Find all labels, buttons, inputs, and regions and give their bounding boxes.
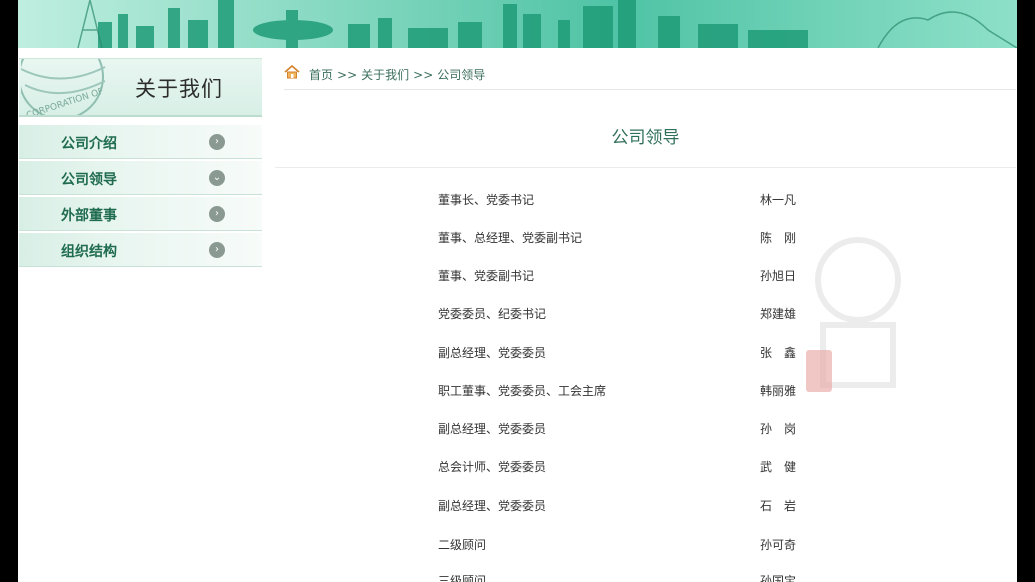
city-skyline-image: [77, 0, 1017, 48]
sidebar-header: CORPORATION OF 关于我们: [19, 58, 262, 117]
list-item: 副总经理、党委委员 孙 岗: [438, 420, 858, 440]
leader-position: 副总经理、党委委员: [438, 499, 547, 513]
sidebar-menu: 公司介绍 › 公司领导 ⌄ 外部董事 › 组织结构 ›: [19, 125, 262, 269]
list-item: 副总经理、党委委员 石 岩: [438, 497, 858, 517]
breadcrumb-separator: >>: [337, 68, 358, 82]
header-banner: [18, 0, 1017, 48]
breadcrumb-home-link[interactable]: 首页: [309, 68, 333, 82]
list-item: 副总经理、党委委员 张 鑫: [438, 344, 858, 364]
list-item: 董事长、党委书记 林一凡: [438, 191, 858, 211]
leader-name: 孙国宝: [760, 574, 797, 582]
leader-position: 党委委员、纪委书记: [438, 307, 547, 321]
leader-position: 职工董事、党委委员、工会主席: [438, 384, 607, 398]
list-item: 三级顾问 孙国宝: [438, 572, 858, 582]
leader-name: 石 岩: [760, 499, 797, 513]
leader-position: 总会计师、党委委员: [438, 460, 547, 474]
sidebar-item-label: 组织结构: [61, 244, 117, 260]
leader-name: 郑建雄: [760, 307, 797, 321]
leader-position: 三级顾问: [438, 574, 487, 582]
breadcrumb-separator: >>: [413, 68, 434, 82]
list-item: 总会计师、党委委员 武 健: [438, 458, 858, 478]
list-item: 二级顾问 孙可奇: [438, 536, 858, 556]
leader-position: 副总经理、党委委员: [438, 422, 547, 436]
list-item: 董事、总经理、党委副书记 陈 刚: [438, 229, 858, 249]
sidebar-item-company-intro[interactable]: 公司介绍 ›: [19, 125, 262, 159]
sidebar-item-company-leaders[interactable]: 公司领导 ⌄: [19, 161, 262, 195]
list-item: 董事、党委副书记 孙旭日: [438, 267, 858, 287]
leader-name: 张 鑫: [760, 346, 797, 360]
leader-name: 陈 刚: [760, 231, 797, 245]
chevron-right-icon: ›: [209, 242, 225, 258]
page: CORPORATION OF 关于我们 公司介绍 › 公司领导 ⌄ 外部董事 ›…: [18, 0, 1017, 582]
leader-name: 林一凡: [760, 193, 797, 207]
chevron-right-icon: ›: [209, 134, 225, 150]
leader-name: 孙旭日: [760, 269, 797, 283]
page-title: 公司领导: [611, 128, 680, 148]
leader-position: 董事、总经理、党委副书记: [438, 231, 583, 245]
list-item: 职工董事、党委委员、工会主席 韩丽雅: [438, 382, 858, 402]
home-icon: [284, 65, 300, 79]
leader-name: 孙 岗: [760, 422, 797, 436]
leader-name: 韩丽雅: [760, 384, 797, 398]
sidebar-title: 关于我们: [135, 77, 223, 101]
chevron-down-icon: ⌄: [209, 170, 225, 186]
logo-text: CORPORATION OF: [25, 87, 105, 115]
sidebar-item-external-directors[interactable]: 外部董事 ›: [19, 197, 262, 231]
leader-name: 武 健: [760, 460, 797, 474]
chevron-right-icon: ›: [209, 206, 225, 222]
breadcrumb: 首页 >> 关于我们 >> 公司领导: [284, 63, 1016, 90]
list-item: 党委委员、纪委书记 郑建雄: [438, 305, 858, 325]
leader-position: 副总经理、党委委员: [438, 346, 547, 360]
breadcrumb-about-link[interactable]: 关于我们: [361, 68, 409, 82]
sidebar-item-org-structure[interactable]: 组织结构 ›: [19, 233, 262, 267]
sidebar-item-label: 外部董事: [61, 208, 117, 224]
title-divider: [275, 167, 1016, 168]
breadcrumb-current: 公司领导: [437, 68, 486, 82]
sidebar-item-label: 公司领导: [61, 172, 117, 188]
leader-position: 二级顾问: [438, 538, 487, 552]
leader-position: 董事、党委副书记: [438, 269, 535, 283]
globe-logo-icon: CORPORATION OF: [21, 59, 106, 115]
leader-position: 董事长、党委书记: [438, 193, 535, 207]
leader-name: 孙可奇: [760, 538, 797, 552]
sidebar-item-label: 公司介绍: [61, 136, 117, 152]
